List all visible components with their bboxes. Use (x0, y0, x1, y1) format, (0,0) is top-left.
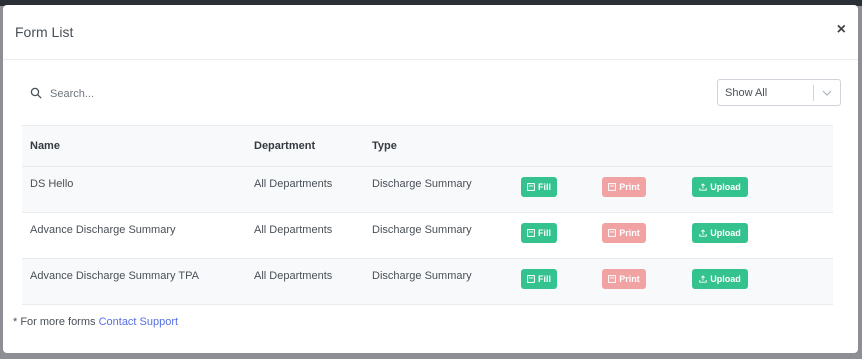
modal-header: Form List × (3, 5, 858, 60)
row-name: DS Hello (30, 178, 74, 190)
contact-support-link[interactable]: Contact Support (99, 316, 179, 328)
upload-icon (699, 183, 707, 191)
print-label: Print (619, 228, 640, 238)
upload-label: Upload (710, 228, 741, 238)
form-icon (608, 229, 617, 237)
chevron-down-icon[interactable] (814, 90, 840, 96)
fill-label: Fill (538, 228, 551, 238)
fill-button[interactable]: Fill (521, 223, 557, 243)
form-icon (527, 183, 535, 191)
header-department: Department (254, 140, 316, 152)
print-button[interactable]: Print (602, 177, 646, 197)
close-button[interactable]: × (837, 21, 846, 39)
row-type: Discharge Summary (372, 178, 472, 190)
show-filter-value: Show All (725, 86, 768, 99)
upload-label: Upload (710, 182, 741, 192)
row-department: All Departments (254, 178, 333, 190)
row-department: All Departments (254, 224, 333, 236)
print-label: Print (619, 182, 640, 192)
form-icon (527, 275, 535, 283)
row-type: Discharge Summary (372, 224, 472, 236)
upload-label: Upload (710, 274, 741, 284)
row-type: Discharge Summary (372, 270, 472, 282)
show-filter-select[interactable]: Show All (717, 79, 841, 106)
footer-note: * For more forms Contact Support (13, 316, 178, 328)
upload-button[interactable]: Upload (692, 223, 748, 243)
forms-table: Name Department Type DS Hello All Depart… (22, 125, 833, 305)
row-department: All Departments (254, 270, 333, 282)
header-type: Type (372, 140, 397, 152)
search-input[interactable] (48, 82, 352, 106)
search-icon (30, 87, 42, 99)
table-row: Advance Discharge Summary TPA All Depart… (22, 259, 833, 305)
upload-icon (699, 229, 707, 237)
fill-label: Fill (538, 274, 551, 284)
fill-button[interactable]: Fill (521, 177, 557, 197)
fill-button[interactable]: Fill (521, 269, 557, 289)
table-row: Advance Discharge Summary All Department… (22, 213, 833, 259)
modal-title: Form List (15, 24, 74, 40)
fill-label: Fill (538, 182, 551, 192)
table-header: Name Department Type (22, 125, 833, 167)
form-icon (608, 275, 617, 283)
search-row: Show All (22, 79, 841, 107)
header-name: Name (30, 140, 60, 152)
upload-button[interactable]: Upload (692, 269, 748, 289)
table-row: DS Hello All Departments Discharge Summa… (22, 167, 833, 213)
print-button[interactable]: Print (602, 223, 646, 243)
print-label: Print (619, 274, 640, 284)
footer-prefix: * For more forms (13, 316, 99, 328)
print-button[interactable]: Print (602, 269, 646, 289)
upload-button[interactable]: Upload (692, 177, 748, 197)
form-icon (608, 183, 617, 191)
form-icon (527, 229, 535, 237)
upload-icon (699, 275, 707, 283)
row-name: Advance Discharge Summary (30, 224, 176, 236)
row-name: Advance Discharge Summary TPA (30, 270, 199, 282)
